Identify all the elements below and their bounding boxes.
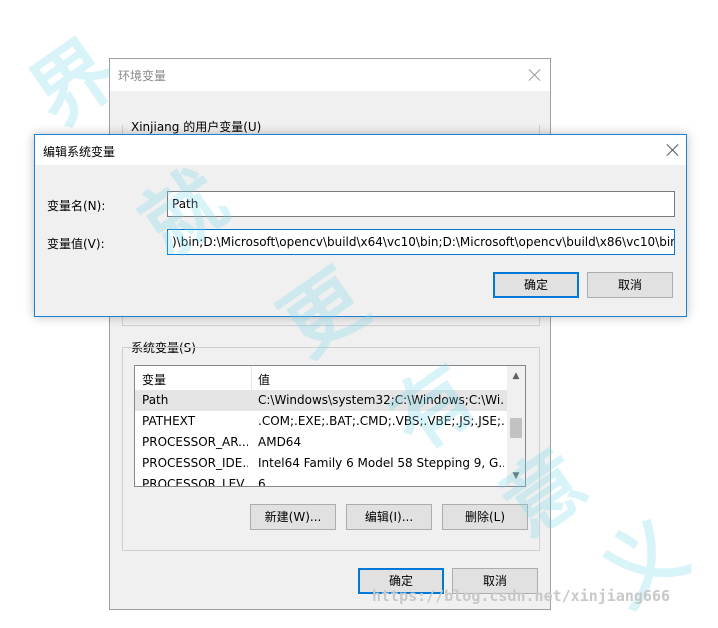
close-icon[interactable] [526, 66, 544, 84]
variable-value: C:\Windows\system32;C:\Windows;C:\Wi... [258, 393, 504, 407]
list-header: 变量 值 [135, 366, 507, 391]
variable-name: Path [142, 393, 169, 407]
variable-value: AMD64 [258, 435, 302, 449]
env-vars-title: 环境变量 [118, 69, 167, 83]
ok-button[interactable]: 确定 [358, 568, 444, 594]
list-item[interactable]: PATHEXT .COM;.EXE;.BAT;.CMD;.VBS;.VBE;.J… [135, 411, 507, 432]
dialog-titlebar: 编辑系统变量 [35, 135, 686, 165]
edit-variable-button[interactable]: 编辑(I)... [346, 504, 432, 530]
close-icon[interactable] [664, 141, 682, 159]
column-separator[interactable] [251, 366, 252, 390]
list-scrollbar[interactable]: ▲ ▼ [507, 366, 525, 486]
scroll-down-icon[interactable]: ▼ [507, 468, 525, 484]
env-vars-titlebar: 环境变量 [110, 59, 550, 91]
watermark-glyph: 义 [584, 502, 704, 625]
variable-name: PROCESSOR_IDE... [142, 456, 248, 470]
column-header-value[interactable]: 值 [258, 371, 270, 388]
list-item[interactable]: PROCESSOR_LEV... 6 [135, 474, 507, 487]
variable-value-label: 变量值(V): [47, 237, 105, 251]
system-vars-list[interactable]: 变量 值 Path C:\Windows\system32;C:\Windows… [134, 365, 526, 487]
edit-system-variable-dialog: 编辑系统变量 变量名(N): Path 变量值(V): )\bin;D:\Mic… [34, 134, 687, 317]
variable-name: PROCESSOR_LEV... [142, 477, 248, 487]
cancel-button[interactable]: 取消 [452, 568, 538, 594]
scrollbar-thumb[interactable] [510, 418, 522, 438]
list-item[interactable]: PROCESSOR_AR... AMD64 [135, 432, 507, 453]
new-variable-button[interactable]: 新建(W)... [250, 504, 336, 530]
delete-variable-button[interactable]: 删除(L) [442, 504, 528, 530]
variable-name: PATHEXT [142, 414, 196, 428]
dialog-title: 编辑系统变量 [43, 145, 116, 159]
variable-value: Intel64 Family 6 Model 58 Stepping 9, G.… [258, 456, 504, 470]
dialog-cancel-button[interactable]: 取消 [587, 272, 673, 298]
variable-name-label: 变量名(N): [47, 199, 106, 213]
variable-value: 6 [258, 477, 266, 487]
variable-value: .COM;.EXE;.BAT;.CMD;.VBS;.VBE;.JS;.JSE;.… [258, 414, 504, 428]
column-header-variable[interactable]: 变量 [142, 371, 166, 388]
list-item[interactable]: Path C:\Windows\system32;C:\Windows;C:\W… [135, 390, 507, 411]
dialog-ok-button[interactable]: 确定 [493, 272, 579, 298]
list-item[interactable]: PROCESSOR_IDE... Intel64 Family 6 Model … [135, 453, 507, 474]
variable-name: PROCESSOR_AR... [142, 435, 248, 449]
variable-value-field[interactable]: )\bin;D:\Microsoft\opencv\build\x64\vc10… [167, 229, 675, 255]
scroll-up-icon[interactable]: ▲ [507, 368, 525, 384]
variable-name-field[interactable]: Path [167, 191, 675, 217]
